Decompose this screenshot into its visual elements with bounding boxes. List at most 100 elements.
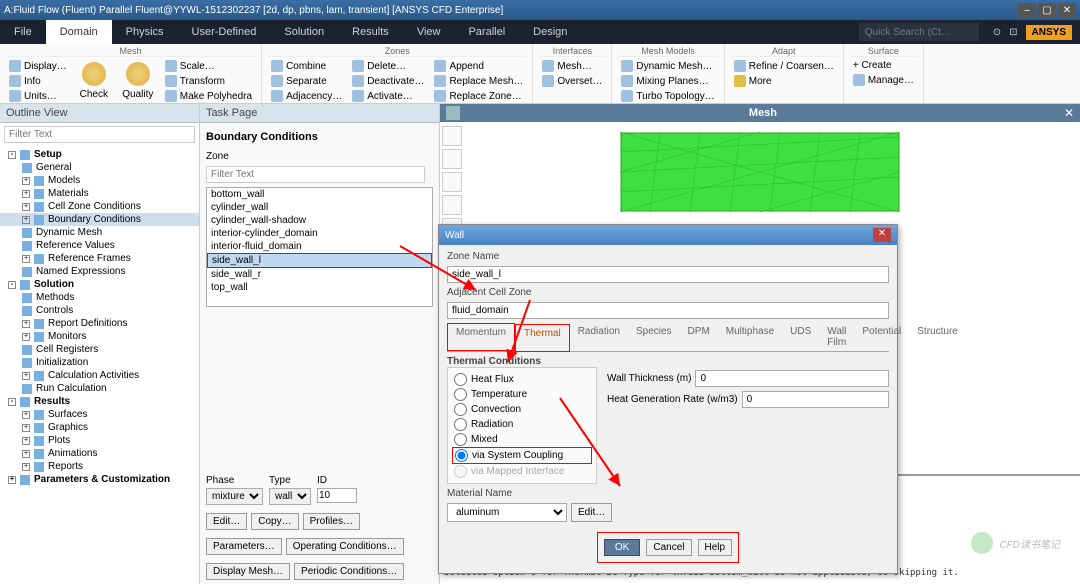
check-button[interactable]: Check [74,59,114,103]
zone-listbox[interactable]: bottom_wallcylinder_wallcylinder_wall-sh… [206,187,433,307]
adapt-more-button[interactable]: More [731,74,837,88]
tree-item[interactable]: Methods [0,291,199,304]
tool-pan-icon[interactable] [442,195,462,215]
menu-user-defined[interactable]: User-Defined [178,20,271,44]
help-icon[interactable]: ⊙ [993,27,1001,38]
view-close-icon[interactable]: ✕ [1064,106,1074,120]
turbo-topology-button[interactable]: Turbo Topology… [618,89,717,103]
thermal-radio[interactable]: Temperature [452,387,592,402]
cancel-button[interactable]: Cancel [646,539,691,556]
adjacency-button[interactable]: Adjacency… [268,89,345,103]
tree-item[interactable]: Cell Registers [0,343,199,356]
display-button[interactable]: Display… [6,59,70,73]
combine-button[interactable]: Combine [268,59,345,73]
dialog-tab[interactable]: Species [628,323,680,351]
replace-mesh-button[interactable]: Replace Mesh… [431,74,526,88]
outline-filter-input[interactable] [4,126,195,143]
maximize-button[interactable]: ▢ [1038,3,1056,17]
tree-item[interactable]: -Solution [0,278,199,291]
replace-zone-button[interactable]: Replace Zone… [431,89,526,103]
dialog-tab[interactable]: Momentum [447,323,515,351]
parameters-button[interactable]: Parameters… [206,538,282,555]
edit-button[interactable]: Edit… [206,513,247,530]
zone-item[interactable]: cylinder_wall-shadow [207,214,432,227]
tree-item[interactable]: Named Expressions [0,265,199,278]
create-surface-button[interactable]: + Create [850,59,917,72]
menu-file[interactable]: File [0,20,46,44]
zone-item[interactable]: side_wall_r [207,268,432,281]
tree-item[interactable]: +Graphics [0,421,199,434]
tree-item[interactable]: -Results [0,395,199,408]
view-tab-label[interactable]: Mesh [462,107,1064,119]
dynamic-mesh-button[interactable]: Dynamic Mesh… [618,59,717,73]
tree-item[interactable]: Reference Values [0,239,199,252]
tree-item[interactable]: +Report Definitions [0,317,199,330]
tool-zoom-icon[interactable] [442,172,462,192]
operating-conditions-button[interactable]: Operating Conditions… [286,538,404,555]
manage-surface-button[interactable]: Manage… [850,73,917,87]
material-select[interactable]: aluminum [447,503,567,522]
tree-item[interactable]: +Models [0,174,199,187]
thermal-radio[interactable]: Mixed [452,432,592,447]
settings-icon[interactable]: ⊡ [1009,27,1017,38]
menu-view[interactable]: View [403,20,455,44]
tree-item[interactable]: +Boundary Conditions [0,213,199,226]
zone-item[interactable]: side_wall_l [207,253,432,268]
zone-item[interactable]: bottom_wall [207,188,432,201]
append-button[interactable]: Append [431,59,526,73]
zone-item[interactable]: interior-fluid_domain [207,240,432,253]
menu-parallel[interactable]: Parallel [454,20,519,44]
tree-item[interactable]: +Plots [0,434,199,447]
periodic-conditions-button[interactable]: Periodic Conditions… [294,563,404,580]
outline-tree[interactable]: -SetupGeneral+Models+Materials+Cell Zone… [0,146,199,584]
dialog-tab[interactable]: Potential [854,323,909,351]
thermal-radio[interactable]: Radiation [452,417,592,432]
mixing-planes-button[interactable]: Mixing Planes… [618,74,717,88]
dialog-tab[interactable]: DPM [680,323,718,351]
dialog-tab[interactable]: UDS [782,323,819,351]
id-input[interactable] [317,488,357,503]
tree-item[interactable]: +Materials [0,187,199,200]
view-tab-icon[interactable] [446,106,460,120]
menu-physics[interactable]: Physics [112,20,178,44]
tree-item[interactable]: Dynamic Mesh [0,226,199,239]
deactivate-button[interactable]: Deactivate… [349,74,427,88]
zone-item[interactable]: top_wall [207,281,432,294]
units-button[interactable]: Units… [6,89,70,103]
info-button[interactable]: Info [6,74,70,88]
dialog-tab[interactable]: Thermal [515,324,570,352]
tree-item[interactable]: Run Calculation [0,382,199,395]
overset-button[interactable]: Overset… [539,74,605,88]
dialog-tab[interactable]: Structure [909,323,966,351]
zone-item[interactable]: interior-cylinder_domain [207,227,432,240]
zone-filter-input[interactable] [206,166,425,183]
profiles-button[interactable]: Profiles… [303,513,360,530]
tree-item[interactable]: +Parameters & Customization [0,473,199,486]
minimize-button[interactable]: – [1018,3,1036,17]
activate-button[interactable]: Activate… [349,89,427,103]
tree-item[interactable]: Controls [0,304,199,317]
separate-button[interactable]: Separate [268,74,345,88]
menu-design[interactable]: Design [519,20,581,44]
tool-pointer-icon[interactable] [442,126,462,146]
phase-select[interactable]: mixture [206,488,263,505]
zone-name-field[interactable]: side_wall_l [447,266,889,283]
tree-item[interactable]: +Cell Zone Conditions [0,200,199,213]
copy-button[interactable]: Copy… [251,513,298,530]
dialog-close-icon[interactable]: ✕ [873,228,891,242]
dialog-tab[interactable]: Wall Film [819,323,854,351]
dialog-tab[interactable]: Radiation [570,323,628,351]
heat-generation-input[interactable] [742,391,889,408]
menu-solution[interactable]: Solution [270,20,338,44]
tree-item[interactable]: +Reports [0,460,199,473]
material-edit-button[interactable]: Edit… [571,503,612,522]
ok-button[interactable]: OK [604,539,640,556]
thermal-radio[interactable]: Convection [452,402,592,417]
tree-item[interactable]: Initialization [0,356,199,369]
tree-item[interactable]: -Setup [0,148,199,161]
tree-item[interactable]: +Surfaces [0,408,199,421]
display-mesh-button[interactable]: Display Mesh… [206,563,290,580]
quick-search-input[interactable] [859,23,979,41]
tree-item[interactable]: +Monitors [0,330,199,343]
menu-results[interactable]: Results [338,20,403,44]
